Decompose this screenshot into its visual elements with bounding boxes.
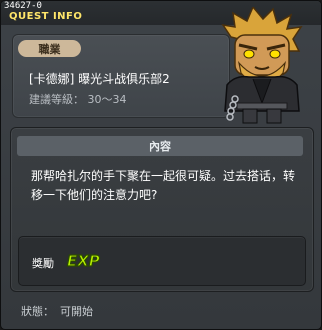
npc-portrait [221, 7, 303, 124]
quest-id: 34627-0 [4, 1, 42, 11]
exp-icon-text: EXP [67, 252, 100, 270]
quest-name: [卡德娜] 曝光斗战俱乐部2 [29, 72, 170, 86]
status-line: 狀態： 可開始 [21, 303, 93, 319]
reward-label: 獎勵 [32, 257, 54, 270]
quest-description: 那帮哈扎尔的手下聚在一起很可疑。过去搭话，转移一下他们的注意力吧? [31, 169, 296, 202]
status-label: 狀態： [21, 305, 54, 318]
recommended-level: 建議等級： 30～34 [29, 93, 127, 106]
quest-info-window: 34627-0 QUEST INFO 職業 [卡德娜] 曝光斗战俱乐部2 建議等… [0, 0, 322, 330]
content-header: 內容 [17, 136, 303, 156]
job-badge: 職業 [18, 40, 81, 57]
status-value: 可開始 [60, 305, 93, 318]
exp-icon[interactable]: EXP [66, 250, 102, 270]
reward-panel [18, 236, 306, 286]
window-title: QUEST INFO [9, 11, 83, 22]
